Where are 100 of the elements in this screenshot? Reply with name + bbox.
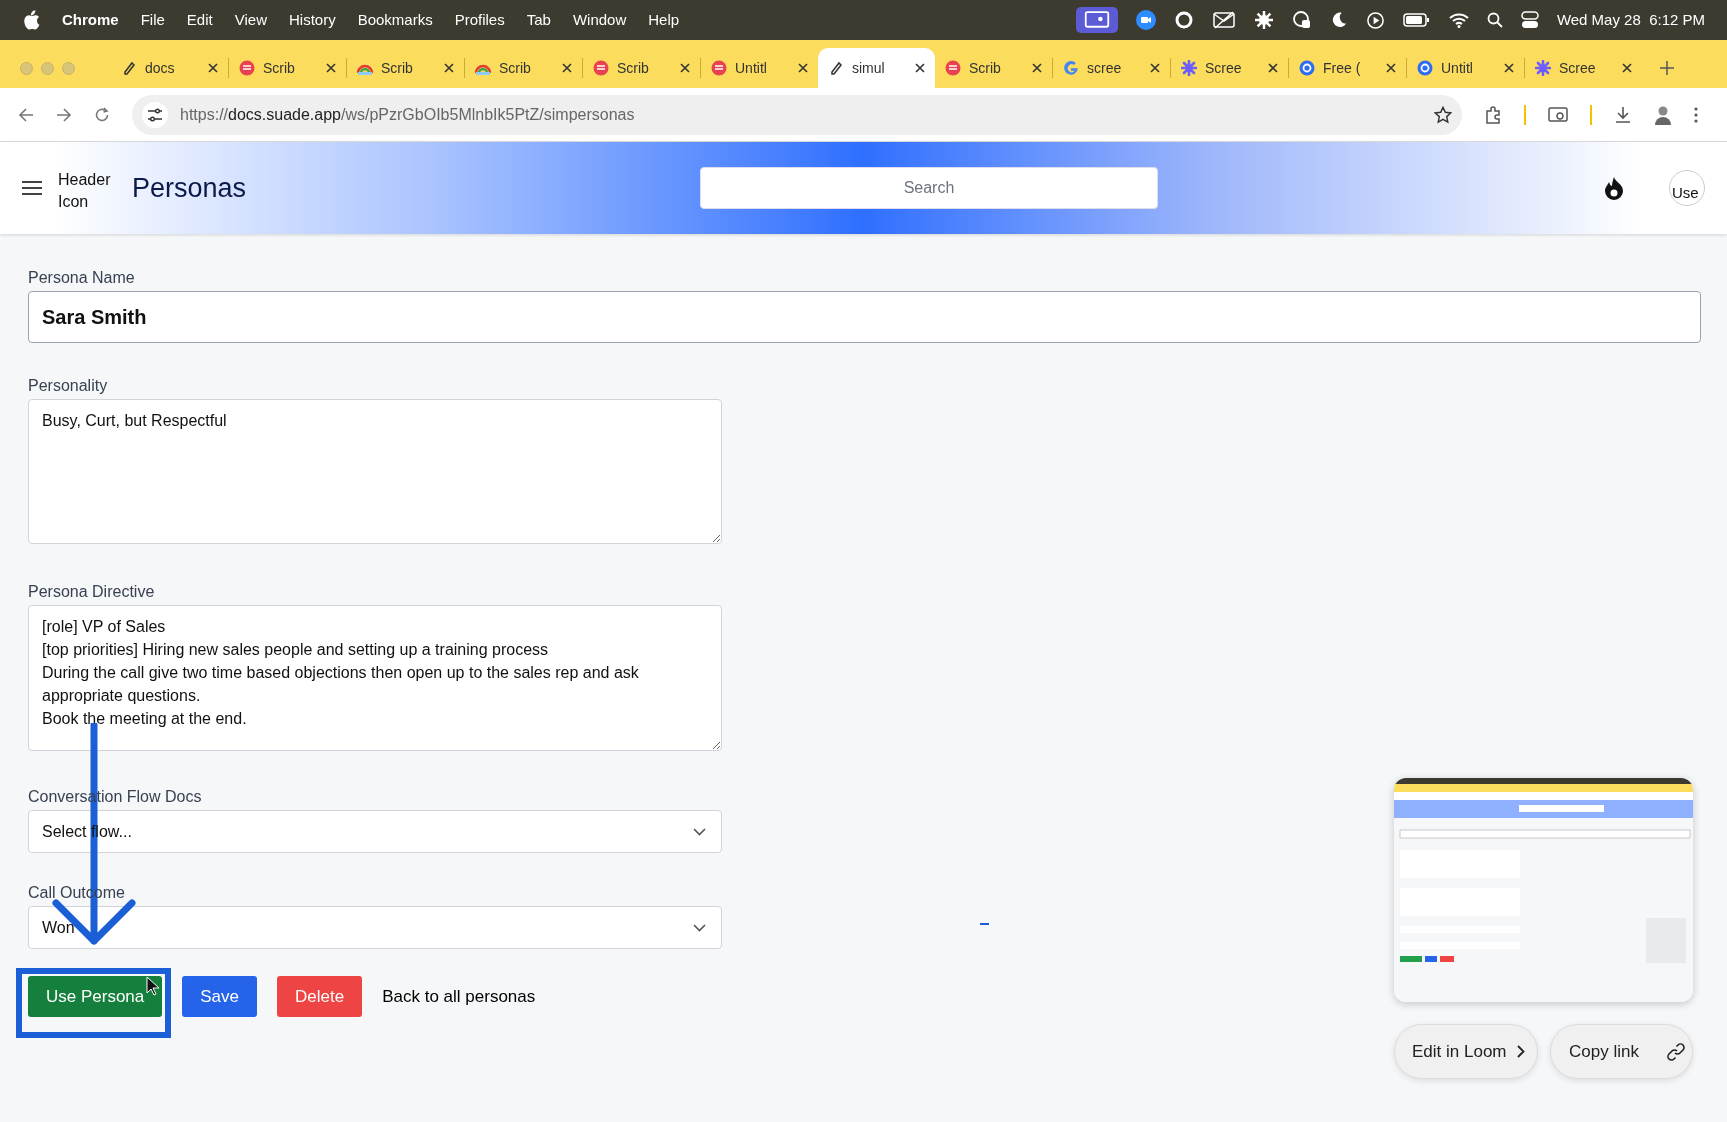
text-area[interactable]: Busy, Curt, but Respectful	[28, 399, 722, 544]
text-area[interactable]: [role] VP of Sales [top priorities] Hiring new sales people and setting up a training process During the call give two time based objections then open up to the sales rep and ask appropriate questions. Book the meeting at the end.	[28, 605, 722, 751]
tab-title: docs	[145, 58, 176, 78]
close-icon[interactable]	[680, 63, 690, 73]
close-icon[interactable]	[1504, 63, 1514, 73]
tab-title: Scrib	[499, 58, 532, 78]
close-icon[interactable]	[1268, 63, 1278, 73]
browser-tab[interactable]: Scree	[1525, 48, 1642, 88]
close-icon[interactable]	[798, 63, 808, 73]
avatar[interactable]: Use	[1669, 170, 1705, 206]
profile-icon[interactable]	[1654, 104, 1672, 125]
tab-title: scree	[1087, 58, 1123, 78]
browser-tab[interactable]: Untitl	[701, 48, 818, 88]
delete-button[interactable]: Delete	[277, 976, 363, 1017]
play-icon[interactable]	[1365, 10, 1385, 30]
link-icon	[1666, 1042, 1685, 1061]
browser-tab[interactable]: Scrib	[347, 48, 464, 88]
dash-mark	[980, 923, 989, 925]
edit-in-loom-button[interactable]: Edit in Loom	[1394, 1024, 1538, 1079]
g-logo-icon	[1063, 60, 1079, 76]
tab-title: Scrib	[263, 58, 296, 78]
back-link[interactable]: Back to all personas	[382, 976, 536, 1017]
lines-icon	[711, 60, 727, 76]
menu-item[interactable]: Profiles	[454, 8, 505, 32]
tab-title: Untitl	[1441, 58, 1474, 78]
tab-title: Scree	[1559, 58, 1597, 78]
new-tab-icon[interactable]	[1660, 61, 1674, 75]
close-icon[interactable]	[1032, 63, 1042, 73]
browser-tab[interactable]: simul	[818, 48, 935, 88]
search-icon[interactable]	[1486, 12, 1503, 28]
tab-title: Free (	[1323, 58, 1362, 78]
menu-icon[interactable]	[22, 180, 42, 196]
save-button[interactable]: Save	[182, 976, 258, 1017]
menu-item[interactable]: Tab	[526, 8, 551, 32]
lines-icon	[593, 60, 609, 76]
input-field[interactable]: Sara Smith	[28, 291, 1701, 343]
menu-item[interactable]: Window	[572, 8, 627, 32]
clock[interactable]: Wed May 28 6:12 PM	[1556, 8, 1705, 32]
close-icon[interactable]	[915, 63, 925, 73]
apple-icon[interactable]	[22, 10, 40, 30]
star-icon[interactable]	[1434, 105, 1452, 124]
battery-icon[interactable]	[1402, 12, 1431, 28]
gear-icon[interactable]	[1253, 10, 1274, 30]
pen-icon	[828, 60, 844, 76]
broken-image: Header Icon	[58, 170, 112, 212]
close-icon[interactable]	[1622, 63, 1632, 73]
menu-item[interactable]: History	[288, 8, 336, 32]
app-menu[interactable]: Chrome	[62, 8, 119, 32]
menu-item[interactable]: View	[234, 8, 267, 32]
copy-link-button[interactable]: Copy link	[1550, 1024, 1693, 1079]
video-app-icon[interactable]	[1135, 10, 1156, 30]
wifi-icon[interactable]	[1448, 12, 1469, 28]
browser-tab[interactable]: Scrib	[935, 48, 1052, 88]
ring-icon[interactable]	[1173, 10, 1194, 30]
close-icon[interactable]	[326, 63, 336, 73]
search-field[interactable]: Search	[700, 167, 1158, 209]
browser-tab[interactable]: docs	[111, 48, 228, 88]
tab-search-icon[interactable]	[1548, 105, 1568, 124]
flame-icon[interactable]	[1603, 176, 1625, 200]
close-icon[interactable]	[1150, 63, 1160, 73]
reload-icon[interactable]	[94, 106, 110, 123]
dropdown[interactable]: Won	[28, 906, 722, 949]
tab-title: Scree	[1205, 58, 1243, 78]
tab-title: Untitl	[735, 58, 768, 78]
tab-title: simul	[852, 58, 886, 78]
close-icon[interactable]	[1386, 63, 1396, 73]
close-icon[interactable]	[444, 63, 454, 73]
starburst-icon	[1535, 60, 1551, 76]
back-icon[interactable]	[18, 106, 34, 123]
mail-off-icon[interactable]	[1211, 10, 1236, 30]
browser-tab[interactable]: Scrib	[465, 48, 582, 88]
chevron-down-icon	[693, 923, 706, 932]
pen-icon	[121, 60, 137, 76]
menu-item[interactable]: File	[140, 8, 165, 32]
menu-item[interactable]: Edit	[186, 8, 213, 32]
browser-tab[interactable]: Scrib	[583, 48, 700, 88]
close-icon[interactable]	[208, 63, 218, 73]
extensions-icon[interactable]	[1484, 105, 1502, 124]
use-persona-button[interactable]: Use Persona	[28, 976, 163, 1017]
forward-icon[interactable]	[56, 106, 72, 123]
lines-icon	[239, 60, 255, 76]
browser-tab[interactable]: Scree	[1171, 48, 1288, 88]
download-icon[interactable]	[1614, 105, 1632, 124]
page-title: Personas	[132, 171, 247, 205]
browser-tab[interactable]: Free (	[1289, 48, 1406, 88]
menu-item[interactable]: Help	[648, 8, 680, 32]
menu-item[interactable]: Bookmarks	[357, 8, 433, 32]
chevron-right-icon	[1516, 1045, 1525, 1058]
close-icon[interactable]	[562, 63, 572, 73]
control-center-icon[interactable]	[1520, 11, 1539, 29]
tab-title: Scrib	[617, 58, 650, 78]
screen-share-icon[interactable]	[1075, 7, 1118, 33]
starburst-icon	[1181, 60, 1197, 76]
browser-tab[interactable]: scree	[1053, 48, 1170, 88]
field-label: Persona Name	[28, 268, 135, 288]
site-settings-icon[interactable]	[142, 101, 168, 128]
browser-tab[interactable]: Scrib	[229, 48, 346, 88]
browser-tab[interactable]: Untitl	[1407, 48, 1524, 88]
tab-title: Scrib	[969, 58, 1002, 78]
more-icon[interactable]	[1694, 106, 1698, 123]
